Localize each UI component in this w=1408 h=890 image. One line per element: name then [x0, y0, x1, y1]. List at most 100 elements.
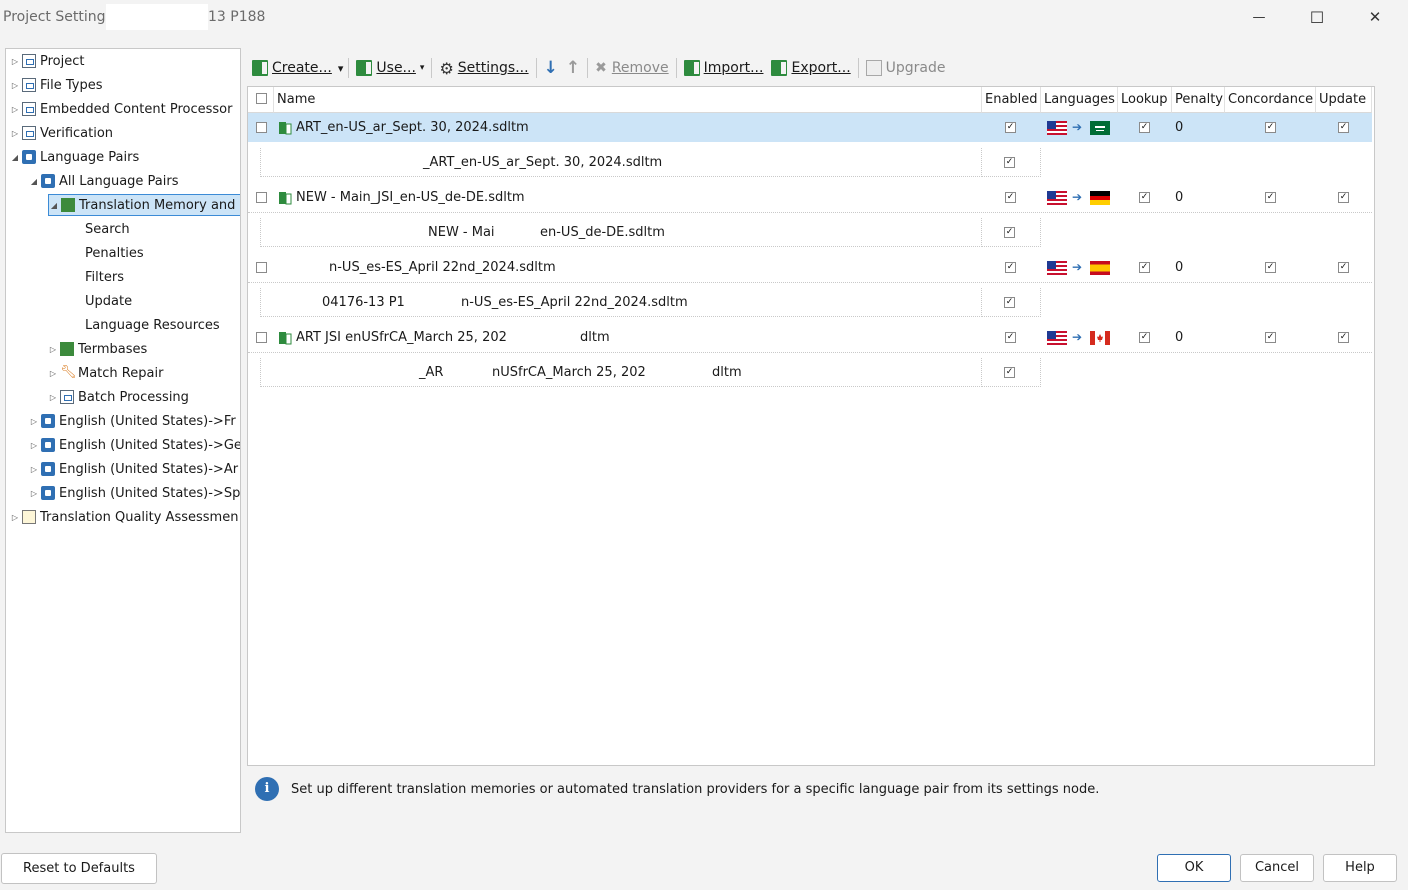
expand-arrow-icon[interactable]: ▷: [48, 345, 58, 354]
expand-arrow-icon[interactable]: ▷: [29, 465, 39, 474]
tree-item-translation-memory[interactable]: ◢ Translation Memory and: [48, 194, 240, 216]
table-row[interactable]: n-US_es-ES_April 22nd_2024.sdltm ✓ ➔ ✓ 0…: [248, 253, 1372, 283]
collapse-arrow-icon[interactable]: ◢: [10, 153, 20, 162]
concordance-checkbox[interactable]: ✓: [1265, 332, 1276, 343]
tree-item-match-repair[interactable]: ▷ 🔧︎ Match Repair: [48, 362, 164, 384]
tree-item-penalties[interactable]: Penalties: [85, 242, 144, 264]
remove-button[interactable]: ✖ Remove: [591, 55, 673, 81]
toolbar-separator: [587, 58, 589, 78]
maximize-button[interactable]: ☐: [1288, 0, 1346, 34]
move-up-button[interactable]: ↑: [562, 55, 584, 81]
expand-arrow-icon[interactable]: ▷: [29, 417, 39, 426]
tree-item-filters[interactable]: Filters: [85, 266, 124, 288]
tree-item-project[interactable]: ▷ Project: [10, 50, 85, 72]
export-button[interactable]: Export...: [767, 55, 854, 81]
tree-item-termbases[interactable]: ▷ Termbases: [48, 338, 147, 360]
penalty-value[interactable]: 0: [1175, 183, 1225, 212]
upgrade-button[interactable]: Upgrade: [862, 55, 950, 81]
minimize-button[interactable]: —: [1230, 0, 1288, 34]
collapse-arrow-icon[interactable]: ◢: [49, 201, 59, 210]
move-down-button[interactable]: ↓: [540, 55, 562, 81]
enabled-checkbox[interactable]: ✓: [1005, 192, 1016, 203]
update-checkbox[interactable]: ✓: [1338, 122, 1349, 133]
column-header-penalty[interactable]: Penalty: [1172, 87, 1225, 113]
penalty-value[interactable]: 0: [1175, 113, 1225, 142]
table-row[interactable]: 04176-13 P1 n-US_es-ES_April 22nd_2024.s…: [248, 288, 1042, 317]
tree-item-file-types[interactable]: ▷ File Types: [10, 74, 103, 96]
expand-arrow-icon[interactable]: ▷: [29, 441, 39, 450]
table-row[interactable]: _AR nUSfrCA_March 25, 202 dltm ✓: [248, 358, 1042, 387]
table-row[interactable]: ART JSI enUSfrCA_March 25, 202 dltm ✓ ➔ …: [248, 323, 1372, 353]
update-checkbox[interactable]: ✓: [1338, 192, 1349, 203]
tree-item-tqa[interactable]: ▷ Translation Quality Assessmen: [10, 506, 239, 528]
column-header-name[interactable]: Name: [274, 87, 982, 113]
create-button[interactable]: Create...: [248, 55, 336, 81]
concordance-checkbox[interactable]: ✓: [1265, 192, 1276, 203]
tm-name: NEW - Main_JSI_en-US_de-DE.sdltm: [296, 190, 525, 205]
lookup-checkbox[interactable]: ✓: [1139, 192, 1150, 203]
tree-item-language-resources[interactable]: Language Resources: [85, 314, 220, 336]
expand-arrow-icon[interactable]: ▷: [48, 369, 58, 378]
column-header-enabled[interactable]: Enabled: [982, 87, 1041, 113]
ok-button[interactable]: OK: [1157, 854, 1231, 882]
enabled-checkbox[interactable]: ✓: [1005, 262, 1016, 273]
concordance-checkbox[interactable]: ✓: [1265, 122, 1276, 133]
concordance-checkbox[interactable]: ✓: [1265, 262, 1276, 273]
collapse-arrow-icon[interactable]: ◢: [29, 177, 39, 186]
expand-arrow-icon[interactable]: ▷: [10, 81, 20, 90]
enabled-checkbox[interactable]: ✓: [1005, 122, 1016, 133]
column-header-concordance[interactable]: Concordance: [1225, 87, 1316, 113]
update-checkbox[interactable]: ✓: [1338, 332, 1349, 343]
sub-enabled-checkbox[interactable]: ✓: [1004, 227, 1015, 238]
tree-item-update[interactable]: Update: [85, 290, 132, 312]
tm-name: n-US_es-ES_April 22nd_2024.sdltm: [329, 260, 556, 275]
expand-arrow-icon[interactable]: ▷: [10, 57, 20, 66]
tree-item-batch-processing[interactable]: ▷ Batch Processing: [48, 386, 189, 408]
expand-arrow-icon[interactable]: ▷: [10, 105, 20, 114]
reset-to-defaults-button[interactable]: Reset to Defaults: [1, 853, 157, 884]
tree-item-english-spanish[interactable]: ▷ English (United States)->Sp: [29, 482, 240, 504]
tree-item-all-language-pairs[interactable]: ◢ All Language Pairs: [29, 170, 179, 192]
update-checkbox[interactable]: ✓: [1338, 262, 1349, 273]
expand-arrow-icon[interactable]: ▷: [10, 513, 20, 522]
tree-item-embedded-content[interactable]: ▷ Embedded Content Processor: [10, 98, 233, 120]
row-checkbox[interactable]: [256, 192, 267, 203]
table-row[interactable]: NEW - Mai en-US_de-DE.sdltm ✓: [248, 218, 1042, 247]
lookup-checkbox[interactable]: ✓: [1139, 332, 1150, 343]
create-dropdown[interactable]: ▾: [336, 55, 346, 81]
expand-arrow-icon[interactable]: ▷: [10, 129, 20, 138]
column-header-languages[interactable]: Languages: [1041, 87, 1118, 113]
settings-tree[interactable]: ▷ Project ▷ File Types ▷ Embedded Content P…: [5, 48, 241, 833]
tree-item-language-pairs[interactable]: ◢ Language Pairs: [10, 146, 139, 168]
table-row[interactable]: NEW - Main_JSI_en-US_de-DE.sdltm ✓ ➔ ✓ 0…: [248, 183, 1372, 213]
row-checkbox[interactable]: [256, 122, 267, 133]
select-all-checkbox[interactable]: [256, 93, 267, 104]
tree-item-english-german[interactable]: ▷ English (United States)->Ge: [29, 434, 240, 456]
close-button[interactable]: ✕: [1346, 0, 1404, 34]
column-header-lookup[interactable]: Lookup: [1118, 87, 1172, 113]
row-checkbox[interactable]: [256, 332, 267, 343]
sub-enabled-checkbox[interactable]: ✓: [1004, 157, 1015, 168]
lookup-checkbox[interactable]: ✓: [1139, 262, 1150, 273]
sub-enabled-checkbox[interactable]: ✓: [1004, 367, 1015, 378]
column-header-update[interactable]: Update: [1316, 87, 1372, 113]
row-checkbox[interactable]: [256, 262, 267, 273]
expand-arrow-icon[interactable]: ▷: [29, 489, 39, 498]
tree-item-english-arabic[interactable]: ▷ English (United States)->Ar: [29, 458, 238, 480]
penalty-value[interactable]: 0: [1175, 323, 1225, 352]
expand-arrow-icon[interactable]: ▷: [48, 393, 58, 402]
import-button[interactable]: Import...: [680, 55, 768, 81]
table-row[interactable]: _ART_en-US_ar_Sept. 30, 2024.sdltm ✓: [248, 148, 1042, 177]
use-button[interactable]: Use... ▾: [352, 55, 428, 81]
tree-item-verification[interactable]: ▷ Verification: [10, 122, 113, 144]
table-row[interactable]: ART_en-US_ar_Sept. 30, 2024.sdltm ✓ ➔ ✓ …: [248, 113, 1372, 142]
enabled-checkbox[interactable]: ✓: [1005, 332, 1016, 343]
penalty-value[interactable]: 0: [1175, 253, 1225, 282]
settings-button[interactable]: ⚙ Settings...: [435, 55, 532, 81]
tree-item-search[interactable]: Search: [85, 218, 130, 240]
sub-enabled-checkbox[interactable]: ✓: [1004, 297, 1015, 308]
help-button[interactable]: Help: [1323, 854, 1397, 882]
lookup-checkbox[interactable]: ✓: [1139, 122, 1150, 133]
tree-item-english-french[interactable]: ▷ English (United States)->Fr: [29, 410, 236, 432]
cancel-button[interactable]: Cancel: [1240, 854, 1314, 882]
